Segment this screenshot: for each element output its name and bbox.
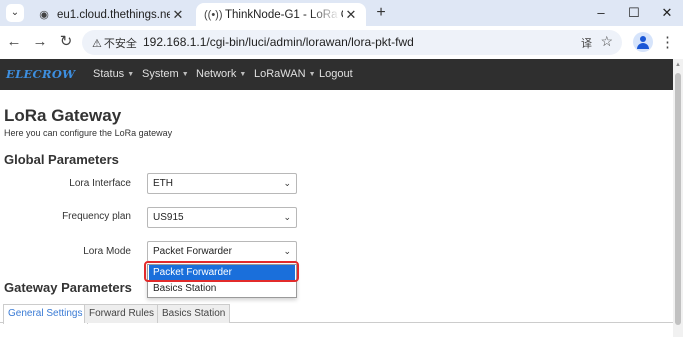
nav-logout[interactable]: Logout (319, 68, 353, 80)
nav-status[interactable]: Status ▼ (93, 68, 134, 80)
close-tab-icon[interactable]: ✕ (343, 7, 359, 23)
tab-title: eu1.cloud.thethings.network (57, 8, 170, 21)
globe-icon: ◉ (39, 9, 49, 21)
scroll-up-arrow-icon[interactable]: ▲ (673, 59, 683, 71)
kebab-menu-icon[interactable]: ⋮ (660, 33, 675, 53)
profile-avatar-icon[interactable] (633, 32, 653, 52)
select-value: Packet Forwarder (153, 246, 232, 257)
nav-label: LoRaWAN (254, 68, 306, 80)
caret-down-icon: ▼ (239, 71, 247, 78)
translate-icon[interactable]: 译 (581, 35, 592, 51)
page-title: LoRa Gateway (4, 106, 122, 125)
caret-down-icon: ▼ (181, 71, 189, 78)
minimize-icon[interactable]: – (591, 4, 611, 22)
brand-text: ELECROW (6, 67, 76, 81)
chevron-down-icon: ⌄ (283, 178, 291, 188)
browser-tab-thinknode[interactable]: ((•)) ThinkNode-G1 - LoRa Gatew ✕ (196, 3, 366, 26)
select-value: ETH (153, 178, 173, 189)
close-tab-icon[interactable]: ✕ (170, 7, 186, 23)
forward-arrow-icon[interactable]: → (30, 32, 50, 52)
nav-label: System (142, 68, 179, 80)
window-close-icon[interactable]: ✕ (657, 4, 677, 22)
page-content: LoRa Gateway Here you can configure the … (0, 90, 673, 337)
caret-down-icon: ▼ (308, 71, 316, 78)
warning-triangle-icon: ⚠ (92, 38, 102, 50)
frequency-plan-label: Frequency plan (62, 211, 131, 222)
tab-title-fade (310, 3, 340, 26)
page-description: Here you can configure the LoRa gateway (4, 128, 173, 138)
radio-waves-icon: ((•)) (204, 8, 223, 21)
caret-down-icon: ▼ (127, 71, 135, 78)
address-bar[interactable]: ⚠ 不安全 192.168.1.1/cgi-bin/luci/admin/lora… (82, 30, 622, 55)
chevron-down-icon: ⌄ (283, 246, 291, 256)
highlight-annotation-box (144, 261, 299, 282)
browser-tab-strip: ⌄ ◉ eu1.cloud.thethings.network ✕ ((•)) … (0, 0, 683, 26)
gateway-parameters-tabs: General Settings Forward Rules Basics St… (0, 304, 673, 324)
bookmark-star-icon[interactable]: ☆ (600, 33, 613, 50)
avatar-head (640, 36, 646, 42)
brand-logo[interactable]: ELECROW (6, 67, 75, 81)
option-basics-station[interactable]: Basics Station (149, 281, 295, 296)
url-text[interactable]: 192.168.1.1/cgi-bin/luci/admin/lorawan/l… (143, 35, 414, 49)
nav-lorawan[interactable]: LoRaWAN ▼ (254, 68, 316, 80)
tab-search-chevron-icon[interactable]: ⌄ (6, 4, 24, 22)
nav-label: Logout (319, 68, 353, 80)
lora-mode-select[interactable]: Packet Forwarder ⌄ (147, 241, 297, 262)
nav-label: Network (196, 68, 237, 80)
tab-general-settings[interactable]: General Settings (3, 304, 88, 324)
reload-icon[interactable]: ↻ (56, 32, 76, 52)
avatar-body (637, 43, 649, 49)
lora-mode-label: Lora Mode (83, 246, 131, 257)
security-warning[interactable]: ⚠ 不安全 (92, 35, 137, 51)
gateway-parameters-title: Gateway Parameters (4, 280, 132, 295)
browser-toolbar: ← → ↻ ⚠ 不安全 192.168.1.1/cgi-bin/luci/admi… (0, 26, 683, 59)
nav-label: Status (93, 68, 125, 80)
security-label: 不安全 (103, 38, 137, 50)
frequency-plan-select[interactable]: US915 ⌄ (147, 207, 297, 228)
browser-tab-ttn[interactable]: ◉ eu1.cloud.thethings.network ✕ (28, 3, 193, 26)
nav-network[interactable]: Network ▼ (196, 68, 246, 80)
tab-forward-rules[interactable]: Forward Rules (84, 304, 160, 323)
nav-system[interactable]: System ▼ (142, 68, 189, 80)
select-value: US915 (153, 212, 184, 223)
lora-interface-select[interactable]: ETH ⌄ (147, 173, 297, 194)
scroll-thumb[interactable] (675, 73, 681, 325)
global-parameters-title: Global Parameters (4, 152, 119, 167)
maximize-icon[interactable]: ☐ (624, 4, 644, 22)
main-navbar: ELECROW Status ▼ System ▼ Network ▼ LoRaWAN… (0, 59, 673, 90)
back-arrow-icon[interactable]: ← (4, 32, 24, 52)
tab-basics-station[interactable]: Basics Station (157, 304, 231, 323)
lora-interface-label: Lora Interface (69, 178, 131, 189)
new-tab-plus-icon[interactable]: + (372, 4, 390, 22)
chevron-down-icon: ⌄ (283, 212, 291, 222)
page-scrollbar[interactable]: ▲ (673, 59, 683, 337)
